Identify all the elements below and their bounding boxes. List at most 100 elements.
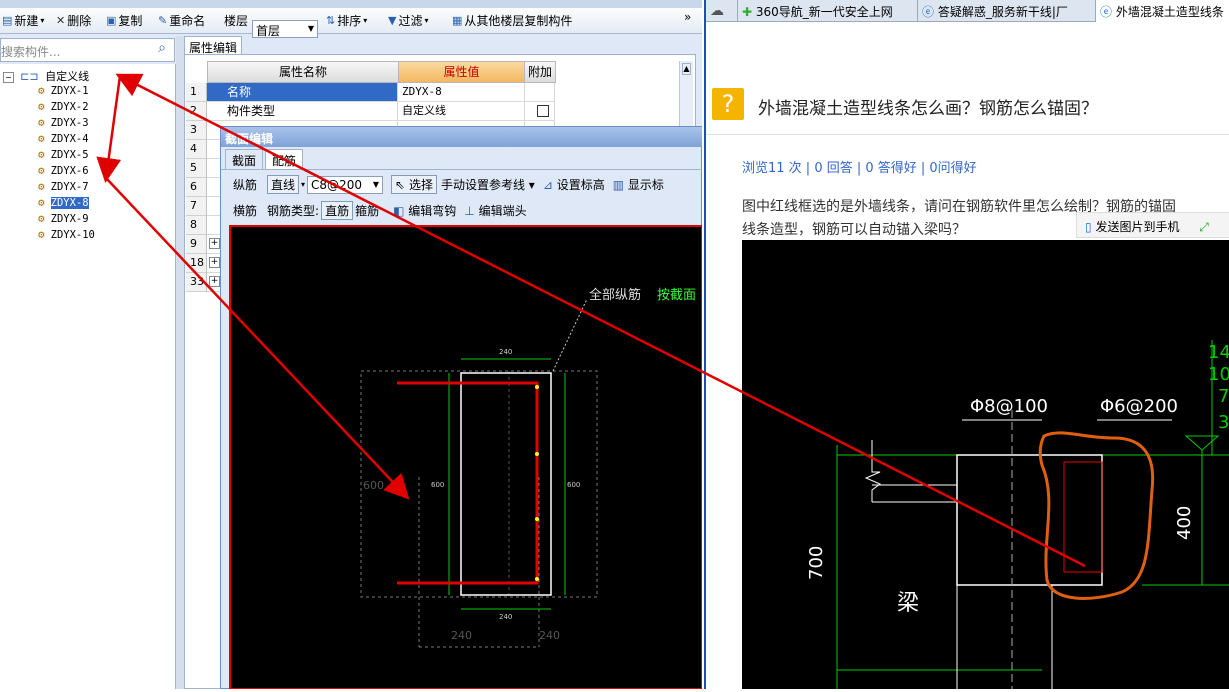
row-number: 6 (186, 178, 207, 197)
tree-item[interactable]: ⚙ ZDYX-10 (38, 228, 95, 241)
section-drawing: 240 240 600 600 600 240 240 全部纵筋 按截面 (360, 287, 696, 648)
component-icon: ⚙ (38, 148, 45, 161)
extra-checkbox[interactable] (537, 105, 549, 117)
component-icon: ⚙ (38, 164, 45, 177)
prop-extra-cell[interactable] (525, 102, 555, 121)
chart-icon: ▥ (612, 178, 625, 192)
cad-label-phi8: Φ8@100 (970, 396, 1048, 417)
component-icon: ⚙ (38, 212, 45, 225)
tree-item[interactable]: ⚙ ZDYX-2 (38, 100, 89, 113)
rebar-point (535, 577, 539, 581)
tree-item[interactable]: ⚙ ZDYX-8 (38, 196, 89, 209)
tree-item[interactable]: ⚙ ZDYX-3 (38, 116, 89, 129)
copy-from-floor-button[interactable]: ▦ 从其他楼层复制构件 (452, 12, 572, 29)
row-number: 7 (186, 197, 207, 216)
component-icon: ⚙ (38, 84, 45, 97)
tree-item[interactable]: ⚙ ZDYX-9 (38, 212, 89, 225)
cad-drawing: Φ8@100 Φ6@200 700 400 梁 14. 10. 7 3 (806, 340, 1229, 689)
delete-icon: ✕ (56, 14, 66, 27)
dropdown-arrow-icon: ▾ (301, 180, 306, 189)
cloud-icon[interactable]: ☁ (706, 0, 738, 22)
show-label-button[interactable]: ▥ 显示标 (613, 176, 664, 193)
set-elevation-button[interactable]: ⊿ 设置标高 (543, 176, 605, 193)
question-stats[interactable]: 浏览11 次 | 0 回答 | 0 答得好 | 0问得好 (742, 157, 977, 176)
question-body-line2: 线条造型，钢筋可以自动锚入梁吗？ (742, 222, 966, 238)
browser-tab-3[interactable]: ⓔ 外墙混凝土造型线条 (1096, 0, 1229, 22)
prop-name-cell: 名称 (207, 83, 398, 102)
elevation-marker (1184, 435, 1220, 451)
tab-section[interactable]: 截面 (225, 149, 264, 169)
row-number: 3 (186, 121, 207, 140)
tab-property-edit[interactable]: 属性编辑 (184, 36, 242, 55)
delete-button[interactable]: ✕ 删除 (56, 12, 91, 29)
splitter[interactable] (176, 36, 184, 689)
cad-label-beam: 梁 (897, 591, 919, 616)
cad-label-400: 400 (1174, 506, 1195, 540)
prop-value-cell[interactable]: ZDYX-8 (398, 83, 525, 102)
straight-button[interactable]: 直线 (267, 175, 300, 194)
cad-section (956, 454, 1103, 586)
360-icon: ✚ (742, 5, 753, 19)
divider (706, 134, 1229, 135)
row-number: 18 (186, 254, 207, 273)
prop-name-cell: 构件类型 (207, 102, 398, 121)
ie-icon: ⓔ (922, 5, 935, 19)
component-icon: ⚙ (38, 132, 45, 145)
tab-rebar[interactable]: 配筋 (265, 149, 304, 169)
collapse-icon[interactable]: − (3, 72, 14, 83)
floor-select[interactable]: 首层 ▼ (252, 20, 318, 38)
component-toolbar: ▤ 新建 ▾ ✕ 删除 ▣ 复制 ✎ 重命名 楼层 首层 ▼ ⇅ 排序 ▾ ▼ 过滤 ▾ ▦ 从其他楼… (0, 8, 702, 38)
cursor-icon: ⇖ (395, 178, 406, 192)
rebar-spec-input[interactable]: C8@200 ▼ (307, 175, 384, 194)
top-strip (0, 0, 702, 8)
cad-label-r3: 7 (1218, 386, 1229, 407)
stirrup-button[interactable]: 箍筋 (355, 202, 379, 219)
send-to-phone-button[interactable]: ▯ 发送图片到手机 ⤢ (1076, 212, 1229, 238)
browser-tab-2[interactable]: ⓔ 答疑解惑_服务新干线|厂 (918, 0, 1096, 22)
tree-item[interactable]: ⚙ ZDYX-1 (38, 84, 89, 97)
copy-button[interactable]: ▣ 复制 (106, 12, 142, 29)
browser-tab-1[interactable]: ✚ 360导航_新一代安全上网 (738, 0, 918, 22)
manual-ref-button[interactable]: 手动设置参考线 ▾ (441, 176, 535, 193)
rebar-type-label: 钢筋类型: (267, 204, 320, 218)
sort-button[interactable]: ⇅ 排序 ▾ (326, 12, 367, 29)
copy-floor-icon: ▦ (452, 14, 463, 27)
edit-bend-button[interactable]: ◧ 编辑弯钩 (393, 202, 456, 219)
component-icon: ⚙ (38, 180, 45, 193)
cad-label-r1: 14. (1208, 342, 1229, 363)
straight-rebar-button[interactable]: 直筋 (321, 201, 354, 220)
cad-red-box (1063, 461, 1103, 573)
browser-window: ☁ ✚ 360导航_新一代安全上网 ⓔ 答疑解惑_服务新干线|厂 ⓔ 外墙混凝土… (704, 0, 1229, 689)
tree-item[interactable]: ⚙ ZDYX-7 (38, 180, 89, 193)
search-icon[interactable]: ⌕ (150, 40, 174, 60)
sort-icon: ⇅ (326, 14, 336, 27)
tree-item[interactable]: ⚙ ZDYX-5 (38, 148, 89, 161)
tree-item[interactable]: ⚙ ZDYX-6 (38, 164, 89, 177)
col-header-name: 属性名称 (207, 61, 399, 83)
prop-value-cell[interactable]: 自定义线 (398, 102, 525, 121)
copy-icon: ▣ (106, 14, 117, 27)
question-icon: ? (712, 88, 744, 120)
tree-item[interactable]: ⚙ ZDYX-4 (38, 132, 89, 145)
filter-button[interactable]: ▼ 过滤 ▾ (388, 12, 429, 29)
select-button[interactable]: ⇖ 选择 (391, 175, 437, 194)
elevation-icon: ⊿ (542, 178, 553, 192)
floor-label: 楼层 (224, 14, 249, 28)
scroll-up-icon[interactable]: ▲ (682, 63, 691, 75)
edit-end-button[interactable]: ⊥ 编辑端头 (464, 202, 526, 219)
section-canvas[interactable]: 240 240 600 600 600 240 240 全部纵筋 按截面 (229, 225, 702, 689)
cad-label-r4: 3 (1218, 412, 1229, 433)
rebar-point (535, 452, 539, 456)
dim-left-label: 600 (431, 481, 444, 489)
rename-button[interactable]: ✎ 重命名 (158, 12, 205, 29)
search-input[interactable]: 搜索构件... (0, 38, 175, 62)
tree-root[interactable]: − ⊏⊐ 自定义线 (3, 68, 89, 84)
cad-label-r2: 10. (1208, 364, 1229, 385)
more-button[interactable]: » (684, 10, 691, 24)
cad-label-700: 700 (806, 546, 827, 580)
new-button[interactable]: ▤ 新建 ▾ (2, 12, 44, 29)
component-icon: ⚙ (38, 100, 45, 113)
expand-icon[interactable]: ⤢ (1199, 220, 1209, 234)
row-number: 33 (186, 273, 207, 292)
prop-extra-cell (525, 83, 555, 102)
